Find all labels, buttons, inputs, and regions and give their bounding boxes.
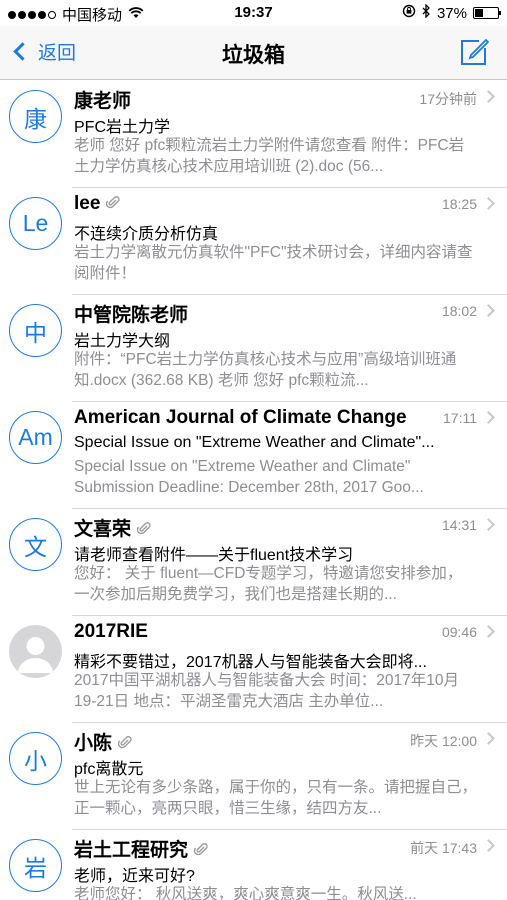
status-right: 37%	[402, 3, 501, 22]
mail-time: 09:46	[441, 624, 477, 640]
chevron-right-icon	[482, 625, 495, 638]
mail-subject: 岩土力学大纲	[74, 333, 171, 350]
mail-preview: 附件：“PFC岩土力学仿真核心技术与应用”高级培训班通知.docx (362.6…	[74, 351, 457, 389]
mail-list-item[interactable]: Le lee 18:25 不连续介质分析仿真 岩土力学离散元仿真软件"PFC"技术研讨会…	[0, 187, 507, 295]
mail-preview: Special Issue on "Extreme Weather and Cl…	[74, 458, 424, 496]
attachment-icon	[106, 195, 121, 213]
navigation-bar: 返回 垃圾箱	[0, 26, 507, 80]
sender-name-text: 文喜荣	[74, 519, 132, 540]
sender-name: 小陈	[74, 728, 132, 755]
mail-time: 18:25	[441, 196, 477, 212]
mail-list: 康康老师 17分钟前 PFC岩土力学 老师 您好 pfc颗粒流岩土力学附件请您查看 附…	[0, 80, 507, 900]
default-avatar-icon	[9, 625, 62, 678]
chevron-right-icon	[482, 90, 495, 103]
sender-name: 文喜荣	[74, 514, 151, 541]
sender-name-text: 中管院陈老师	[74, 305, 189, 326]
mail-time: 前天 17:43	[410, 840, 477, 856]
sender-avatar: 小	[9, 732, 62, 785]
sender-name-text: 岩土工程研究	[74, 840, 189, 861]
battery-icon	[473, 7, 501, 19]
mail-list-item[interactable]: 岩岩土工程研究 前天 17:43 老师，近来可好? 老师您好： 秋风送爽，爽心爽意爽一…	[0, 829, 507, 900]
mail-subject: PFC岩土力学	[74, 119, 171, 136]
mail-preview: 老师 您好 pfc颗粒流岩土力学附件请您查看 附件：PFC岩土力学仿真核心技术应…	[74, 137, 465, 175]
mail-subject: pfc离散元	[74, 761, 144, 778]
sender-name-text: 小陈	[74, 733, 113, 754]
sender-name-text: American Journal of Climate Change	[74, 407, 407, 428]
mail-time: 17:11	[443, 410, 477, 426]
mail-list-item[interactable]: 小小陈 昨天 12:00 pfc离散元 世上无论有多少条路，属于你的，只有一条。请把握…	[0, 722, 507, 830]
mail-time: 17分钟前	[419, 91, 477, 107]
sender-avatar: 中	[9, 304, 62, 357]
sender-name-text: 2017RIE	[74, 621, 148, 642]
mail-list-item[interactable]: Am American Journal of Climate Change 17:1…	[0, 401, 507, 509]
mail-time: 14:31	[441, 517, 477, 533]
attachment-icon	[136, 521, 151, 539]
mail-time: 昨天 12:00	[410, 733, 477, 749]
mail-preview: 世上无论有多少条路，属于你的，只有一条。请把握自己，正一颗心，亮两只眼，惜三生缘…	[74, 779, 477, 817]
mail-subject: 不连续介质分析仿真	[74, 226, 219, 243]
sender-avatar: 康	[9, 90, 62, 143]
page-title: 垃圾箱	[222, 44, 285, 67]
sender-avatar: Am	[9, 411, 62, 464]
mail-list-item[interactable]: 文文喜荣 14:31 请老师查看附件——关于fluent技术学习 您好： 关于 flu…	[0, 508, 507, 616]
mail-list-item[interactable]: 2017RIE 09:46 精彩不要错过，2017机器人与智能装备大会即将... 20…	[0, 615, 507, 723]
mail-preview: 2017中国平湖机器人与智能装备大会 时间：2017年10月19-21日 地点：…	[74, 672, 460, 710]
mail-preview: 岩土力学离散元仿真软件"PFC"技术研讨会，详细内容请查阅附件！	[74, 244, 473, 282]
bluetooth-icon	[422, 3, 431, 22]
sender-name-text: 康老师	[74, 91, 132, 112]
sender-avatar: 岩	[9, 839, 62, 892]
mail-subject: Special Issue on "Extreme Weather and Cl…	[74, 434, 435, 451]
sender-name: 岩土工程研究	[74, 835, 208, 862]
compose-icon	[461, 38, 490, 65]
sender-name: 康老师	[74, 86, 131, 113]
battery-percent: 37%	[436, 4, 467, 22]
attachment-icon	[193, 842, 208, 860]
status-bar: 中国移动 19:37 37%	[0, 0, 507, 26]
battery-fill	[475, 9, 484, 17]
chevron-right-icon	[482, 732, 495, 745]
mail-subject: 请老师查看附件——关于fluent技术学习	[74, 547, 354, 564]
mail-subject: 精彩不要错过，2017机器人与智能装备大会即将...	[74, 654, 427, 671]
chevron-right-icon	[482, 304, 495, 317]
attachment-icon	[117, 735, 132, 753]
mail-time: 18:02	[441, 303, 477, 319]
mail-list-item[interactable]: 康康老师 17分钟前 PFC岩土力学 老师 您好 pfc颗粒流岩土力学附件请您查看 附…	[0, 80, 507, 188]
mail-subject: 老师，近来可好?	[74, 868, 195, 885]
sender-name: 2017RIE	[74, 621, 148, 643]
sender-avatar: Le	[9, 197, 62, 250]
sender-name: lee	[74, 193, 121, 215]
chevron-right-icon	[482, 839, 495, 852]
chevron-right-icon	[482, 197, 495, 210]
mail-preview: 您好： 关于 fluent—CFD专题学习，特邀请您安排参加，一次参加后期免费学…	[74, 565, 463, 603]
sender-name: American Journal of Climate Change	[74, 407, 407, 429]
sender-name: 中管院陈老师	[74, 300, 188, 327]
mail-list-item[interactable]: 中中管院陈老师 18:02 岩土力学大纲 附件：“PFC岩土力学仿真核心技术与应用”高…	[0, 294, 507, 402]
sender-avatar: 文	[9, 518, 62, 571]
mail-preview: 老师您好： 秋风送爽，爽心爽意爽一生。秋风送...	[74, 886, 417, 900]
chevron-right-icon	[482, 518, 495, 531]
orientation-lock-icon	[402, 4, 416, 22]
compose-button[interactable]	[459, 38, 490, 66]
chevron-right-icon	[482, 411, 495, 424]
sender-name-text: lee	[74, 193, 101, 214]
